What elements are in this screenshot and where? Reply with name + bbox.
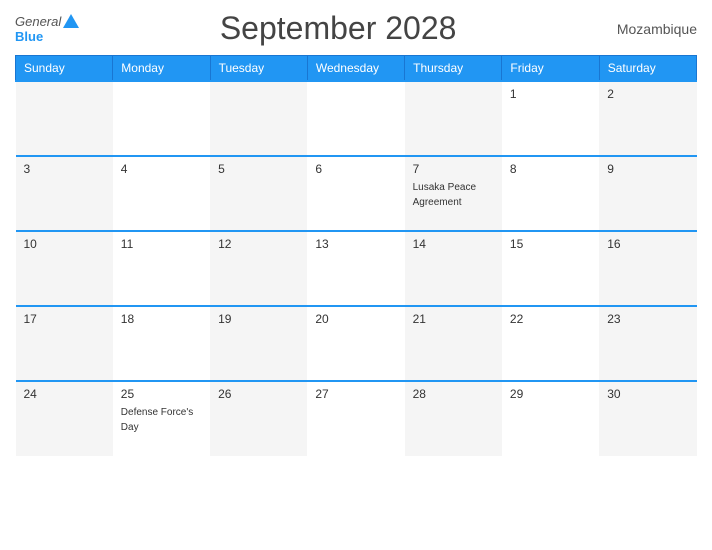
day-number: 25	[121, 387, 202, 401]
header-monday: Monday	[113, 56, 210, 82]
calendar-week-row: 17 18 19 20 21 22 23	[16, 306, 697, 381]
calendar-cell: 6	[307, 156, 404, 231]
logo-triangle-icon	[63, 14, 79, 28]
day-number: 1	[510, 87, 591, 101]
country-label: Mozambique	[597, 21, 697, 37]
calendar-cell: 13	[307, 231, 404, 306]
event-label: Defense Force's Day	[121, 407, 194, 433]
calendar-cell: 3	[16, 156, 113, 231]
event-label: Lusaka Peace Agreement	[413, 182, 476, 208]
day-number: 24	[24, 387, 105, 401]
header-tuesday: Tuesday	[210, 56, 307, 82]
calendar-cell	[307, 81, 404, 156]
day-number: 5	[218, 162, 299, 176]
day-number: 11	[121, 237, 202, 251]
day-number: 19	[218, 312, 299, 326]
day-number: 18	[121, 312, 202, 326]
calendar-cell: 12	[210, 231, 307, 306]
day-number: 7	[413, 162, 494, 176]
calendar-header: Sunday Monday Tuesday Wednesday Thursday…	[16, 56, 697, 82]
calendar-cell: 16	[599, 231, 696, 306]
calendar-cell: 4	[113, 156, 210, 231]
calendar-week-row: 10 11 12 13 14 15 16	[16, 231, 697, 306]
day-number: 15	[510, 237, 591, 251]
day-number: 21	[413, 312, 494, 326]
calendar-cell: 19	[210, 306, 307, 381]
header-friday: Friday	[502, 56, 599, 82]
calendar-cell: 14	[405, 231, 502, 306]
day-number: 10	[24, 237, 105, 251]
calendar-cell: 17	[16, 306, 113, 381]
day-number: 14	[413, 237, 494, 251]
calendar-grid: Sunday Monday Tuesday Wednesday Thursday…	[15, 55, 697, 456]
calendar-cell: 5	[210, 156, 307, 231]
calendar-week-row: 3 4 5 6 7 Lusaka Peace Agreement 8 9	[16, 156, 697, 231]
calendar-cell: 10	[16, 231, 113, 306]
day-number: 28	[413, 387, 494, 401]
calendar-cell: 15	[502, 231, 599, 306]
calendar-cell: 2	[599, 81, 696, 156]
day-number: 17	[24, 312, 105, 326]
calendar-cell	[210, 81, 307, 156]
weekday-header-row: Sunday Monday Tuesday Wednesday Thursday…	[16, 56, 697, 82]
calendar-cell: 9	[599, 156, 696, 231]
day-number: 9	[607, 162, 688, 176]
logo-blue-text: Blue	[15, 29, 43, 44]
day-number: 4	[121, 162, 202, 176]
calendar-body: 1234567Lusaka Peace Agreement89101112131…	[16, 81, 697, 456]
calendar-cell: 27	[307, 381, 404, 456]
calendar-cell: 23	[599, 306, 696, 381]
header-thursday: Thursday	[405, 56, 502, 82]
day-number: 13	[315, 237, 396, 251]
calendar-cell: 7 Lusaka Peace Agreement	[405, 156, 502, 231]
day-number: 22	[510, 312, 591, 326]
day-number: 29	[510, 387, 591, 401]
day-number: 16	[607, 237, 688, 251]
calendar-cell: 20	[307, 306, 404, 381]
calendar-cell: 18	[113, 306, 210, 381]
day-number: 30	[607, 387, 688, 401]
calendar-cell: 22	[502, 306, 599, 381]
calendar-cell	[16, 81, 113, 156]
day-number: 23	[607, 312, 688, 326]
calendar-cell: 11	[113, 231, 210, 306]
day-number: 27	[315, 387, 396, 401]
calendar-cell: 8	[502, 156, 599, 231]
day-number: 2	[607, 87, 688, 101]
logo: General Blue	[15, 14, 79, 44]
calendar-week-row: 12	[16, 81, 697, 156]
header-wednesday: Wednesday	[307, 56, 404, 82]
calendar-cell: 21	[405, 306, 502, 381]
day-number: 8	[510, 162, 591, 176]
calendar-cell: 25 Defense Force's Day	[113, 381, 210, 456]
day-number: 20	[315, 312, 396, 326]
calendar-cell: 28	[405, 381, 502, 456]
calendar-cell: 1	[502, 81, 599, 156]
calendar-cell: 29	[502, 381, 599, 456]
calendar-container: General Blue September 2028 Mozambique S…	[0, 0, 712, 550]
calendar-cell: 24	[16, 381, 113, 456]
day-number: 26	[218, 387, 299, 401]
header-saturday: Saturday	[599, 56, 696, 82]
calendar-cell: 30	[599, 381, 696, 456]
calendar-title: September 2028	[79, 10, 597, 47]
logo-general-text: General	[15, 14, 61, 29]
calendar-cell	[405, 81, 502, 156]
header-sunday: Sunday	[16, 56, 113, 82]
calendar-cell	[113, 81, 210, 156]
day-number: 6	[315, 162, 396, 176]
calendar-cell: 26	[210, 381, 307, 456]
day-number: 3	[24, 162, 105, 176]
header: General Blue September 2028 Mozambique	[15, 10, 697, 47]
day-number: 12	[218, 237, 299, 251]
calendar-week-row: 24 25 Defense Force's Day 26 27 28 29 30	[16, 381, 697, 456]
